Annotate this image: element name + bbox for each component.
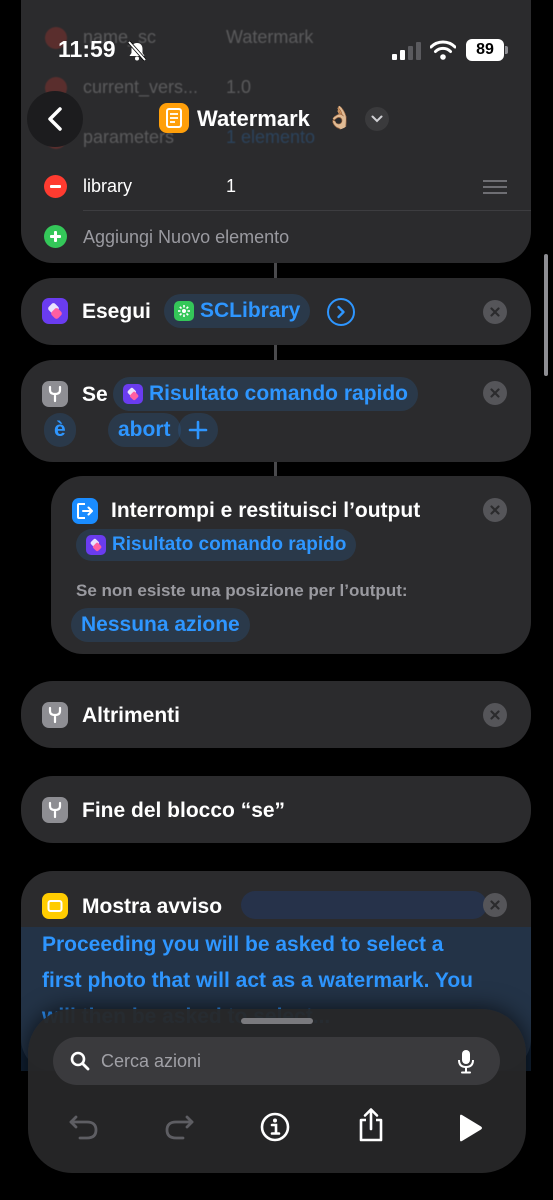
row-key: library <box>83 176 133 196</box>
dictionary-row[interactable]: library 1 <box>21 162 531 212</box>
output-variable-name: Risultato comando rapido <box>112 534 347 555</box>
silent-mode-icon <box>127 40 147 62</box>
shortcut-title-button[interactable]: Watermark 👌🏼 <box>159 101 391 137</box>
wifi-icon <box>430 40 456 60</box>
alert-text-line: first photo that will act as a watermark… <box>42 969 473 992</box>
end-if-action[interactable]: Fine del blocco “se” <box>21 776 531 843</box>
shortcuts-icon <box>86 535 106 555</box>
info-icon[interactable] <box>259 1111 291 1143</box>
play-icon[interactable] <box>456 1113 484 1143</box>
library-icon <box>174 301 194 321</box>
status-time: 11:59 <box>58 36 116 62</box>
delete-action-button[interactable] <box>483 498 507 522</box>
close-icon <box>490 900 500 910</box>
branch-icon <box>42 797 68 823</box>
output-variable-token[interactable]: Risultato comando rapido <box>76 529 357 561</box>
delete-action-button[interactable] <box>483 893 507 917</box>
chevron-down-icon <box>371 115 383 123</box>
action-label: Se <box>82 383 108 406</box>
close-icon <box>490 307 500 317</box>
scroll-indicator[interactable] <box>544 254 548 376</box>
alert-icon <box>42 893 68 919</box>
delete-action-button[interactable] <box>483 381 507 405</box>
search-icon <box>70 1051 90 1071</box>
otherwise-action[interactable]: Altrimenti <box>21 681 531 748</box>
row-value[interactable]: 1 <box>226 176 236 197</box>
cellular-signal-icon <box>392 42 422 60</box>
branch-icon <box>42 702 68 728</box>
sheet-grabber[interactable] <box>241 1018 313 1024</box>
search-placeholder: Cerca azioni <box>101 1051 202 1071</box>
condition-operator: è <box>54 418 66 441</box>
branch-icon <box>42 381 68 407</box>
share-icon[interactable] <box>356 1107 386 1143</box>
title-emoji: 👌🏼 <box>326 105 354 130</box>
expand-button[interactable] <box>327 298 355 326</box>
action-label: Altrimenti <box>82 704 181 727</box>
fallback-label: Se non esiste una posizione per l’output… <box>76 581 408 600</box>
alert-text-line: Proceeding you will be asked to select a <box>42 933 444 956</box>
action-label: Fine del blocco “se” <box>82 799 286 822</box>
run-shortcut-action[interactable]: Esegui SCLibrary <box>21 278 531 345</box>
add-element-row[interactable]: Aggiungi Nuovo elemento <box>21 212 531 262</box>
chevron-right-icon <box>337 305 345 319</box>
fallback-value-token[interactable]: Nessuna azione <box>71 608 250 642</box>
shortcuts-icon <box>42 298 68 324</box>
shortcut-target-token[interactable]: SCLibrary <box>164 294 311 328</box>
add-condition-button[interactable] <box>178 413 218 447</box>
add-element-label: Aggiungi Nuovo elemento <box>83 227 290 247</box>
remove-row-icon[interactable] <box>44 175 67 198</box>
redo-icon[interactable] <box>163 1111 195 1141</box>
flow-connector <box>274 462 277 476</box>
delete-action-button[interactable] <box>483 703 507 727</box>
condition-value: abort <box>118 418 171 441</box>
stop-output-action[interactable]: Interrompi e restituisci l’output Risult… <box>51 476 531 654</box>
condition-variable-name: Risultato comando rapido <box>149 382 409 405</box>
condition-variable-token[interactable]: Risultato comando rapido <box>113 377 419 411</box>
microphone-icon[interactable] <box>456 1049 476 1075</box>
back-button[interactable] <box>27 91 83 147</box>
action-sheet: Cerca azioni <box>28 1009 526 1173</box>
battery-cap <box>505 46 508 54</box>
shortcut-app-icon <box>159 103 189 133</box>
action-label: Esegui <box>82 300 151 323</box>
close-icon <box>490 710 500 720</box>
plus-icon <box>188 420 208 440</box>
flow-connector <box>274 345 277 360</box>
action-label: Interrompi e restituisci l’output <box>111 499 421 522</box>
action-label: Mostra avviso <box>82 895 223 918</box>
drag-handle-icon[interactable] <box>483 180 507 194</box>
flow-connector <box>274 263 277 278</box>
close-icon <box>490 505 500 515</box>
search-field[interactable]: Cerca azioni <box>53 1037 500 1085</box>
battery-level: 89 <box>476 41 494 58</box>
shortcuts-icon <box>123 384 143 404</box>
undo-icon[interactable] <box>68 1111 100 1141</box>
output-icon <box>72 498 98 524</box>
if-action[interactable]: Se Risultato comando rapido è abort <box>21 360 531 462</box>
chevron-left-icon <box>48 107 62 131</box>
add-icon <box>44 225 67 248</box>
battery-icon: 89 <box>466 39 504 61</box>
fallback-value: Nessuna azione <box>81 613 240 636</box>
delete-action-button[interactable] <box>483 300 507 324</box>
shortcut-target-name: SCLibrary <box>200 299 301 322</box>
alert-title-field[interactable] <box>241 891 487 919</box>
document-icon <box>166 108 182 128</box>
title-menu-button[interactable] <box>365 107 389 131</box>
close-icon <box>490 388 500 398</box>
status-bar: 11:59 89 <box>0 0 553 100</box>
condition-operator-token[interactable]: è <box>44 413 76 447</box>
shortcut-title: Watermark <box>197 106 310 131</box>
condition-value-token[interactable]: abort <box>108 413 181 447</box>
row-divider <box>83 210 531 211</box>
